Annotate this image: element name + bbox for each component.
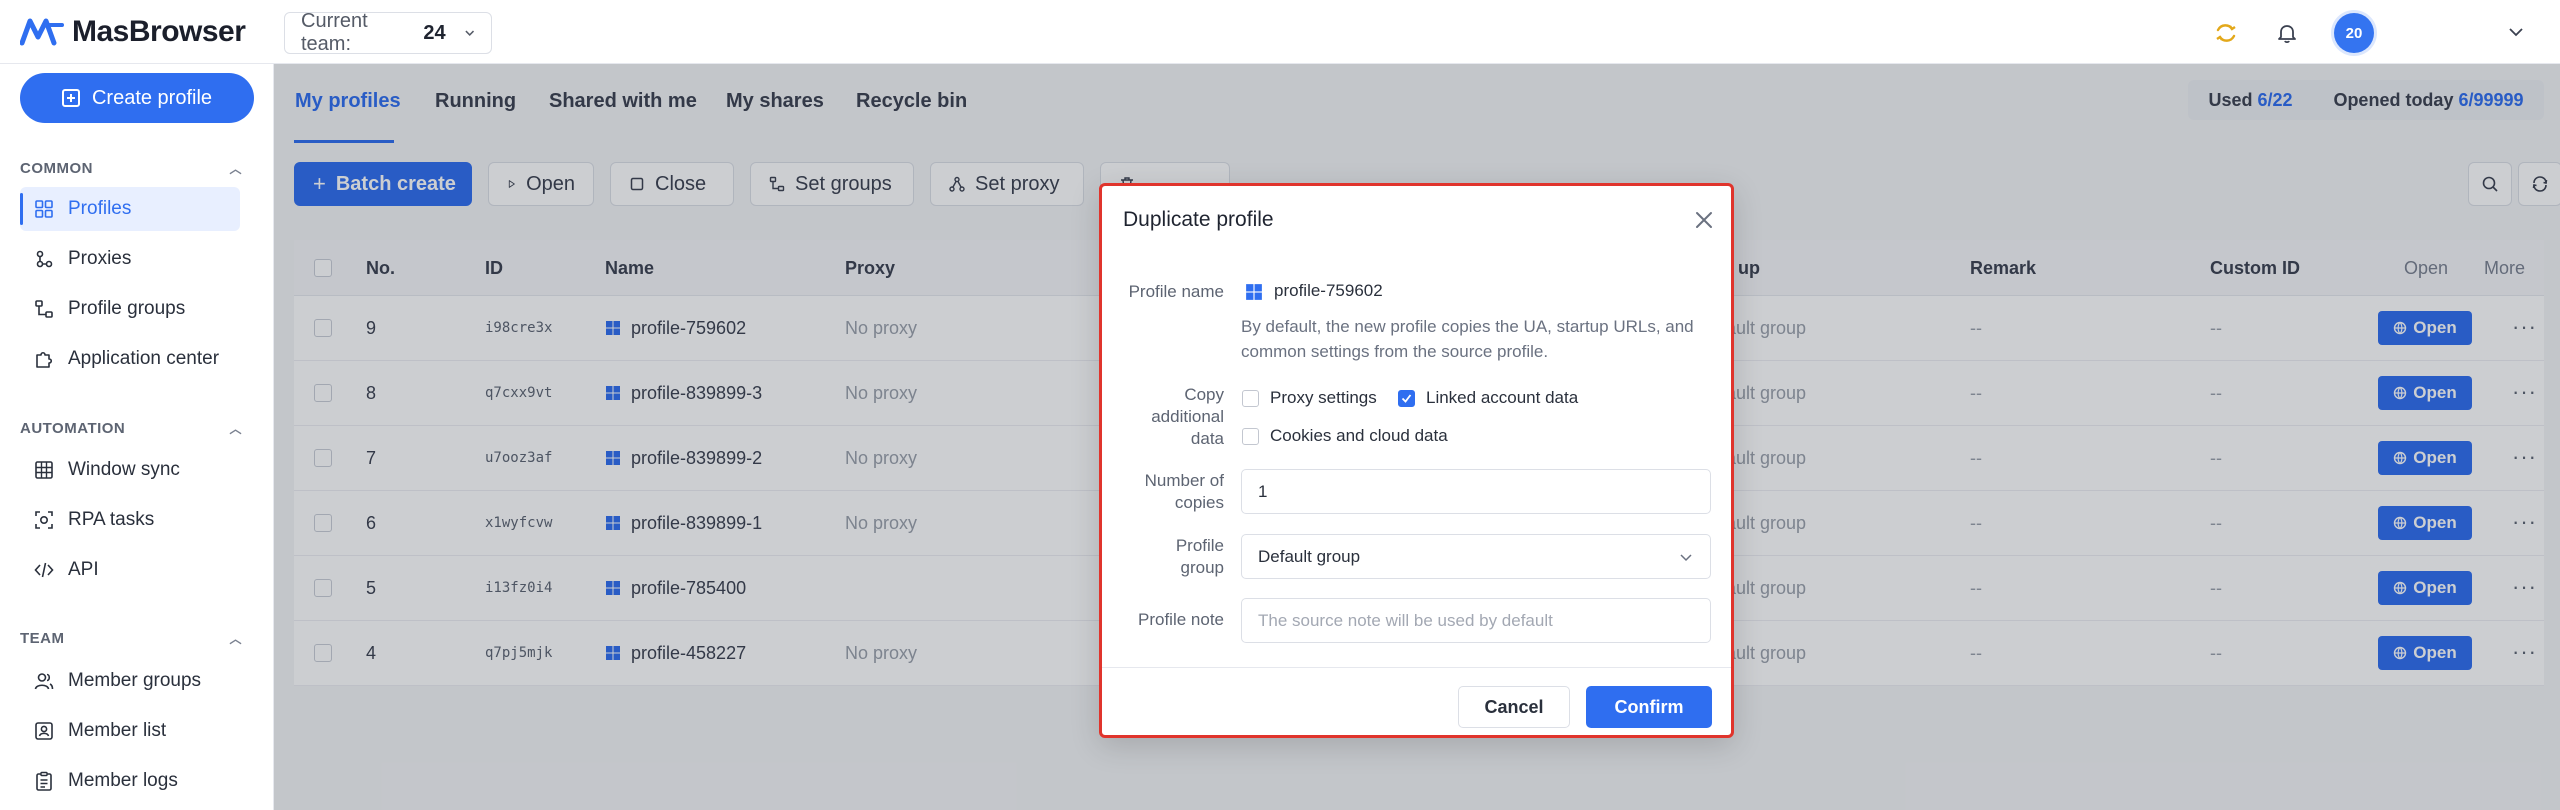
cookies-cloud-data-checkbox[interactable]	[1242, 428, 1259, 445]
cookies-cloud-data-label: Cookies and cloud data	[1270, 426, 1448, 445]
clipboard-icon	[36, 771, 52, 791]
linked-account-data-checkbox[interactable]	[1398, 390, 1415, 407]
puzzle-icon	[36, 351, 53, 368]
team-label: Current team:	[301, 10, 368, 55]
account-chevron-down-icon[interactable]	[2506, 22, 2526, 42]
sidebar-item-label: Profile groups	[68, 298, 186, 319]
sidebar-item-label: Member logs	[68, 770, 178, 791]
sidebar-item-proxies[interactable]: Proxies	[20, 237, 240, 281]
sidebar-item-label: API	[68, 559, 99, 580]
sidebar-item-api[interactable]: API	[20, 548, 240, 592]
duplicate-profile-dialog: Duplicate profile Profile name profile-7…	[1099, 183, 1734, 738]
logo-icon	[20, 18, 64, 46]
profile-note-label: Profile note	[1138, 610, 1224, 629]
sidebar-item-member-list[interactable]: Member list	[20, 709, 240, 753]
profile-group-label: Profile group	[1175, 536, 1224, 577]
linked-account-data-label: Linked account data	[1426, 388, 1579, 407]
table-icon	[35, 461, 53, 479]
users-icon	[34, 673, 54, 690]
code-icon	[34, 562, 54, 578]
plus-square-icon	[61, 89, 80, 107]
profile-group-value: Default group	[1258, 546, 1361, 566]
profile-name-value: profile-759602	[1274, 281, 1383, 300]
section-common[interactable]: COMMON ︿	[20, 158, 242, 178]
sidebar-item-label: Profiles	[68, 198, 132, 219]
windows-icon	[1246, 284, 1262, 300]
sidebar-item-label: RPA tasks	[68, 509, 155, 530]
check-icon	[1401, 394, 1412, 403]
proxy-settings-label: Proxy settings	[1270, 388, 1377, 407]
proxy-settings-checkbox[interactable]	[1242, 390, 1259, 407]
sidebar-item-profile-groups[interactable]: Profile groups	[20, 287, 240, 331]
sidebar-item-profiles[interactable]: Profiles	[20, 187, 240, 231]
robot-icon	[35, 511, 53, 529]
sidebar-item-label: Window sync	[68, 459, 180, 480]
chevron-down-icon	[1680, 554, 1692, 562]
close-icon[interactable]	[1692, 208, 1716, 232]
duplicate-help-text: By default, the new profile copies the U…	[1241, 317, 1694, 361]
chevron-up-icon: ︿	[229, 161, 242, 176]
team-selector[interactable]: Current team: 24	[284, 10, 492, 55]
user-avatar[interactable]: 20	[2334, 13, 2374, 53]
profile-name-label: Profile name	[1128, 282, 1224, 301]
sidebar-item-rpa-tasks[interactable]: RPA tasks	[20, 498, 240, 542]
dialog-title: Duplicate profile	[1123, 208, 1274, 231]
section-automation-title: AUTOMATION	[20, 419, 126, 437]
sidebar-item-member-groups[interactable]: Member groups	[20, 659, 240, 703]
dialog-footer-divider	[1102, 667, 1731, 668]
confirm-button[interactable]: Confirm	[1586, 686, 1712, 728]
chevron-up-icon: ︿	[229, 631, 242, 646]
cancel-button[interactable]: Cancel	[1458, 686, 1570, 728]
sidebar-item-label: Member groups	[68, 670, 202, 691]
number-of-copies-input[interactable]: 1	[1241, 469, 1711, 514]
chevron-down-icon	[464, 30, 474, 36]
profile-note-input[interactable]: The source note will be used by default	[1241, 598, 1711, 643]
sidebar-item-label: Application center	[68, 348, 220, 369]
network-icon	[36, 250, 53, 268]
section-automation[interactable]: AUTOMATION ︿	[20, 418, 242, 438]
bell-icon[interactable]	[2270, 16, 2304, 50]
section-team[interactable]: TEAM ︿	[20, 628, 242, 648]
chevron-up-icon: ︿	[229, 421, 242, 436]
sidebar-item-label: Proxies	[68, 248, 132, 269]
sidebar-item-member-logs[interactable]: Member logs	[20, 759, 240, 803]
grid-icon	[35, 200, 53, 218]
sync-icon[interactable]	[2209, 16, 2243, 50]
user-card-icon	[35, 722, 53, 740]
section-common-title: COMMON	[20, 159, 93, 177]
sidebar-item-label: Member list	[68, 720, 167, 741]
copy-additional-data-label: Copy additional data	[1151, 385, 1224, 448]
app-name: MasBrowser	[72, 15, 246, 48]
profile-group-select[interactable]: Default group	[1241, 534, 1711, 579]
section-team-title: TEAM	[20, 629, 65, 647]
top-bar: MasBrowser Current team: 24 20	[0, 0, 2560, 64]
sidebar-item-application-center[interactable]: Application center	[20, 337, 240, 381]
sidebar: Create profile COMMON ︿ Profiles Proxies…	[0, 64, 274, 810]
hierarchy-icon	[35, 300, 53, 318]
team-value: 24	[423, 21, 446, 44]
create-profile-button[interactable]: Create profile	[20, 73, 254, 123]
create-profile-label: Create profile	[91, 86, 213, 109]
number-of-copies-label: Number of copies	[1144, 471, 1224, 512]
sidebar-item-window-sync[interactable]: Window sync	[20, 448, 240, 492]
app-logo[interactable]: MasBrowser	[20, 14, 246, 50]
